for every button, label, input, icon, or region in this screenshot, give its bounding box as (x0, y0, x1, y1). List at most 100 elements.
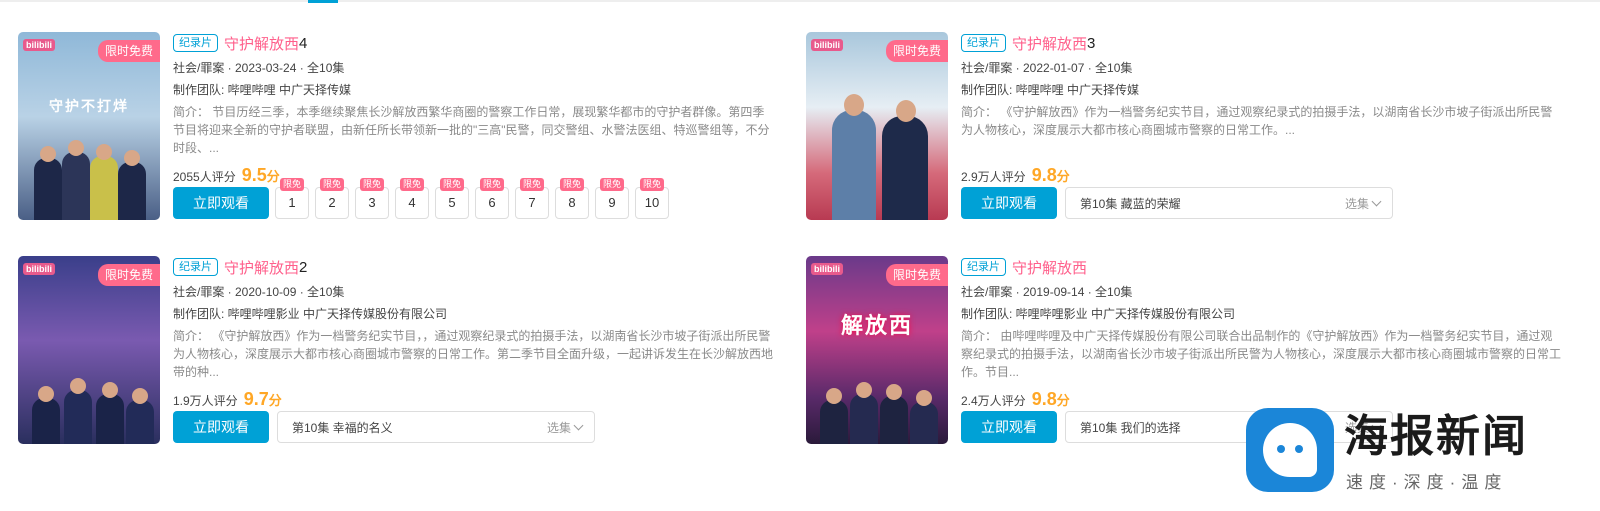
card-actions: 立即观看 限免 1 限免 2 限免 3 限免 4 限免 5 限免 6 限免 7 限免 8 限免 9… (173, 178, 669, 219)
poster-s3[interactable]: bilibili 限时免费 (806, 32, 948, 220)
free-episode-badge: 限免 (559, 178, 585, 191)
watermark-tagline: 速度·深度·温度 (1346, 473, 1508, 492)
episode-button[interactable]: 限免 3 (355, 178, 389, 219)
show-meta: 社会/罪案 · 2023-03-24 · 全10集 (173, 61, 345, 75)
rating-unit: 分 (1056, 393, 1070, 408)
season-number[interactable]: 4 (299, 35, 307, 52)
poster-s4[interactable]: bilibili 限时免费 守护不打烊 (18, 32, 160, 220)
rating-unit: 分 (266, 169, 280, 184)
active-tab-indicator (308, 0, 338, 3)
rating: 1.9万人评分 9.7 分 (173, 389, 773, 413)
watch-now-button[interactable]: 立即观看 (961, 187, 1057, 219)
show-info: 纪录片 守护解放西 2 社会/罪案 · 2020-10-09 · 全10集 制作团… (173, 256, 773, 443)
show-title[interactable]: 守护解放西 (1012, 33, 1087, 54)
rating-count: 2055人评分 (173, 170, 236, 184)
episode-number: 5 (448, 195, 456, 210)
episode-button[interactable]: 限免 7 (515, 178, 549, 219)
episode-select-toggle[interactable]: 选集 (547, 419, 584, 436)
watch-now-button[interactable]: 立即观看 (961, 411, 1057, 443)
episode-button[interactable]: 限免 4 (395, 178, 429, 219)
show-description: 简介： 由哔哩哔哩及中广天择传媒股份有限公司联合出品制作的《守护解放西》作为一档… (961, 329, 1561, 379)
show-meta: 社会/罪案 · 2022-01-07 · 全10集 (961, 61, 1133, 75)
show-title[interactable]: 守护解放西 (1012, 257, 1087, 278)
show-card-s4: bilibili 限时免费 守护不打烊 纪录片 守护解放西 4 社会/罪案 · 2… (18, 32, 778, 232)
episode-number: 4 (408, 195, 416, 210)
selected-episode: 第10集 藏蓝的荣耀 (1080, 196, 1181, 211)
rating-score: 9.8 (1031, 165, 1057, 185)
free-episode-badge: 限免 (519, 178, 545, 191)
show-description: 简介： 《守护解放西》作为一档警务纪实节目，通过观察纪录式的拍摄手法，以湖南省长… (961, 105, 1553, 137)
rating-count: 2.9万人评分 (961, 170, 1026, 184)
genre-tag: 纪录片 (961, 258, 1006, 276)
episode-number: 9 (608, 195, 616, 210)
limited-free-badge: 限时免费 (885, 40, 948, 62)
chevron-down-icon (1371, 196, 1382, 207)
episode-button[interactable]: 限免 8 (555, 178, 589, 219)
rating: 2.9万人评分 9.8 分 (961, 165, 1561, 189)
episode-button[interactable]: 限免 6 (475, 178, 509, 219)
episode-number: 6 (488, 195, 496, 210)
selected-episode: 第10集 幸福的名义 (292, 420, 393, 435)
show-producer: 制作团队: 哔哩哔哩影业 中广天择传媒股份有限公司 (173, 307, 448, 321)
free-episode-badge: 限免 (399, 178, 425, 191)
episode-number: 3 (368, 195, 376, 210)
genre-tag: 纪录片 (173, 258, 218, 276)
show-title[interactable]: 守护解放西 (224, 257, 299, 278)
free-episode-badge: 限免 (479, 178, 505, 191)
episode-number: 10 (644, 195, 660, 210)
season-number[interactable]: 2 (299, 259, 307, 276)
card-actions: 立即观看 第10集 藏蓝的荣耀 选集 (961, 187, 1393, 219)
free-episode-badge: 限免 (599, 178, 625, 191)
episode-number: 8 (568, 195, 576, 210)
watch-now-button[interactable]: 立即观看 (173, 187, 269, 219)
bilibili-logo: bilibili (23, 39, 55, 51)
limited-free-badge: 限时免费 (97, 40, 160, 62)
free-episode-badge: 限免 (279, 178, 305, 191)
episode-select-toggle[interactable]: 选集 (1345, 195, 1382, 212)
rating-score: 9.8 (1031, 389, 1057, 409)
episode-select[interactable]: 第10集 幸福的名义 选集 (277, 411, 595, 443)
genre-tag: 纪录片 (961, 34, 1006, 52)
rating-score: 9.7 (243, 389, 269, 409)
poster-art-title: 守护不打烊 (49, 98, 129, 114)
poster-figures (820, 382, 938, 444)
episode-button[interactable]: 限免 5 (435, 178, 469, 219)
show-card-s2: bilibili 限时免费 纪录片 守护解放西 2 社会/罪案 · 2020-10… (18, 256, 778, 456)
rating-score: 9.5 (241, 165, 267, 185)
rating-count: 1.9万人评分 (173, 394, 238, 408)
show-producer: 制作团队: 哔哩哔哩 中广天择传媒 (961, 83, 1140, 97)
free-episode-badge: 限免 (439, 178, 465, 191)
episode-number: 7 (528, 195, 536, 210)
selected-episode: 第10集 我们的选择 (1080, 420, 1181, 435)
season-number[interactable]: 3 (1087, 35, 1095, 52)
bilibili-logo: bilibili (811, 39, 843, 51)
episode-button[interactable]: 限免 10 (635, 178, 669, 219)
rating-unit: 分 (1056, 169, 1070, 184)
episode-number: 1 (288, 195, 296, 210)
show-description: 简介： 《守护解放西》作为一档警务纪实节目，，通过观察纪录式的拍摄手法，以湖南省… (173, 329, 773, 379)
haibao-news-watermark: 海报新闻 速度·深度·温度 (1246, 408, 1600, 511)
episode-select[interactable]: 第10集 藏蓝的荣耀 选集 (1065, 187, 1393, 219)
poster-s1[interactable]: bilibili 限时免费 解放西 (806, 256, 948, 444)
free-episode-badge: 限免 (359, 178, 385, 191)
poster-s2[interactable]: bilibili 限时免费 (18, 256, 160, 444)
poster-figures (32, 378, 154, 444)
poster-art-title: 解放西 (840, 313, 913, 338)
show-info: 纪录片 守护解放西 社会/罪案 · 2019-09-14 · 全10集 制作团队… (961, 256, 1561, 443)
poster-figures (32, 140, 146, 220)
watermark-name: 海报新闻 (1344, 412, 1528, 461)
rating-unit: 分 (268, 393, 282, 408)
episode-button[interactable]: 限免 1 (275, 178, 309, 219)
episode-number: 2 (328, 195, 336, 210)
genre-tag: 纪录片 (173, 34, 218, 52)
watch-now-button[interactable]: 立即观看 (173, 411, 269, 443)
episode-button[interactable]: 限免 9 (595, 178, 629, 219)
free-episode-badge: 限免 (319, 178, 345, 191)
show-card-s3: bilibili 限时免费 纪录片 守护解放西 3 社会/罪案 · 2022-01… (806, 32, 1566, 232)
show-meta: 社会/罪案 · 2020-10-09 · 全10集 (173, 285, 345, 299)
top-divider (0, 0, 1600, 2)
episode-button[interactable]: 限免 2 (315, 178, 349, 219)
chevron-down-icon (573, 420, 584, 431)
limited-free-badge: 限时免费 (885, 264, 948, 286)
show-title[interactable]: 守护解放西 (224, 33, 299, 54)
